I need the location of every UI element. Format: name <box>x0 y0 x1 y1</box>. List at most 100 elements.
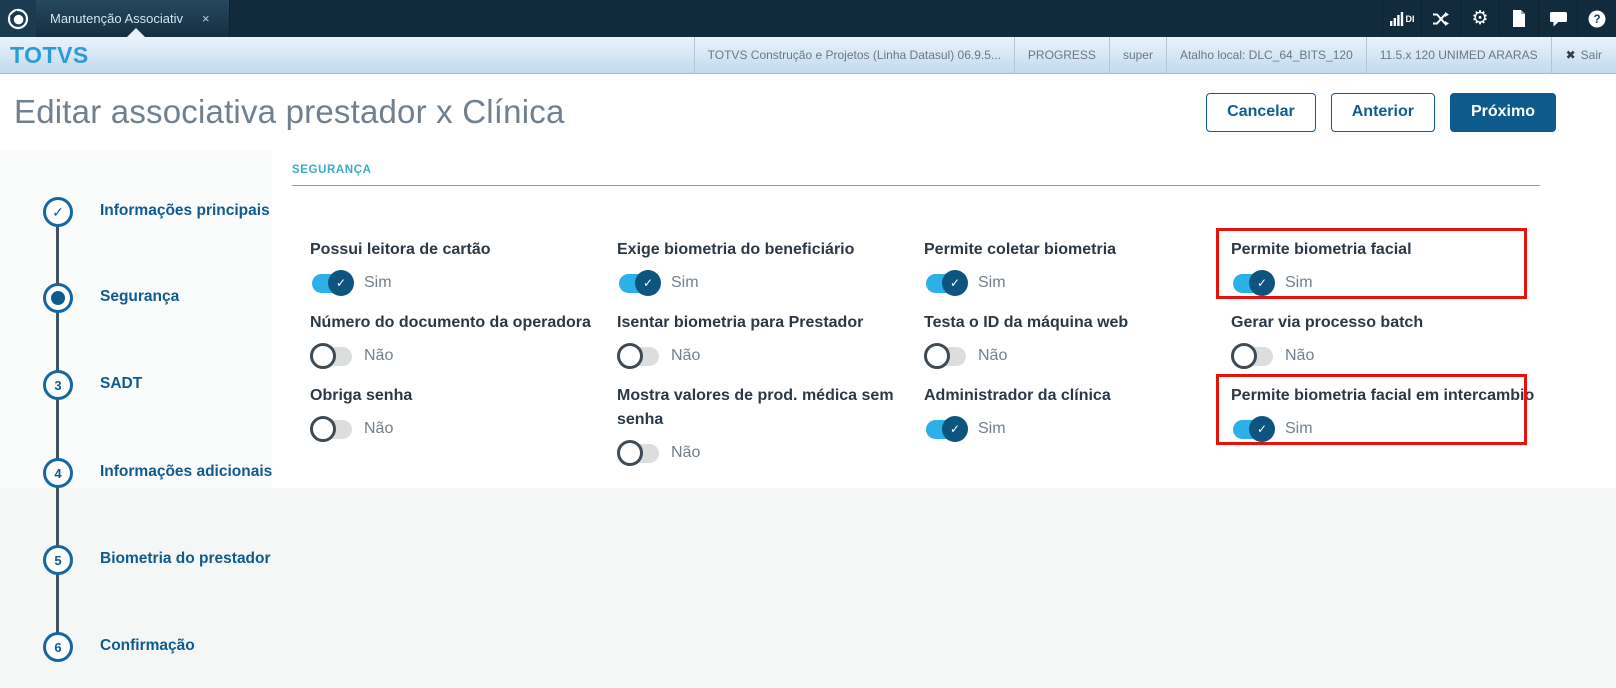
stepper-step-1[interactable]: ✓Informações principais <box>0 197 272 227</box>
toggle-cell: Número do documento da operadora Não <box>310 311 617 384</box>
env-info-item: super <box>1109 37 1166 73</box>
env-info-item: PROGRESS <box>1014 37 1109 73</box>
toggle-switch[interactable]: ✓ <box>617 269 661 297</box>
toggle-state-label: Sim <box>1285 274 1313 292</box>
active-step-dot <box>51 291 65 305</box>
toggle-state-label: Sim <box>1285 420 1313 438</box>
toggle-knob <box>1231 343 1257 369</box>
toggle-state-label: Não <box>978 347 1007 365</box>
toggle-switch[interactable]: ✓ <box>924 269 968 297</box>
stepper-step-2[interactable]: Segurança <box>0 283 272 313</box>
toggle-label: Testa o ID da máquina web <box>924 311 1211 335</box>
toggle-cell: Testa o ID da máquina web Não <box>924 311 1231 384</box>
toggle-label: Permite biometria facial <box>1231 238 1518 262</box>
toggle-label: Gerar via processo batch <box>1231 311 1518 335</box>
step-label[interactable]: Confirmação <box>100 637 195 655</box>
help-icon[interactable]: ? <box>1577 0 1616 37</box>
toggle-switch[interactable] <box>924 342 968 370</box>
toggle-knob: ✓ <box>1249 416 1275 442</box>
app-window: Manutenção Associativ × DI <box>0 0 1616 688</box>
toggle-switch[interactable] <box>1231 342 1275 370</box>
next-button[interactable]: Próximo <box>1450 93 1556 132</box>
section-divider <box>292 185 1540 186</box>
toggle-switch[interactable] <box>617 439 661 467</box>
toggle-state-label: Não <box>364 347 393 365</box>
stepper-connector-line <box>56 212 59 647</box>
toggle-row: Não <box>617 439 904 467</box>
step-label[interactable]: Segurança <box>100 288 179 306</box>
toggle-switch[interactable] <box>310 415 354 443</box>
step-label[interactable]: Informações principais <box>100 202 270 220</box>
toggle-row: ✓ Sim <box>1231 269 1518 297</box>
logout-button[interactable]: ✖Sair <box>1551 37 1616 73</box>
toggle-row: ✓Sim <box>617 269 904 297</box>
page-header: Editar associativa prestador x Clínica C… <box>0 74 1616 150</box>
cancel-button[interactable]: Cancelar <box>1206 93 1316 132</box>
toggle-label: Possui leitora de cartão <box>310 238 597 262</box>
di-label: DI <box>1406 14 1415 24</box>
toggle-state-label: Não <box>364 420 393 438</box>
gear-icon[interactable]: ⚙ <box>1460 0 1499 37</box>
toggle-cell: Permite biometria facial em intercambio ✓… <box>1231 384 1538 481</box>
stepper-step-3[interactable]: 3SADT <box>0 370 272 400</box>
toggle-knob: ✓ <box>635 270 661 296</box>
toggle-state-label: Não <box>671 444 700 462</box>
analytics-di-icon[interactable]: DI <box>1382 0 1421 37</box>
stepper-step-6[interactable]: 6 Confirmação <box>0 632 272 662</box>
toggle-switch[interactable] <box>617 342 661 370</box>
toggle-switch[interactable]: ✓ <box>310 269 354 297</box>
toggle-cell: Mostra valores de prod. médica sem senha… <box>617 384 924 481</box>
top-icon-strip: DI ⚙ <box>1382 0 1616 37</box>
toggle-cell: Isentar biometria para Prestador Não <box>617 311 924 384</box>
main-area: ✓Informações principaisSegurança3SADT4In… <box>0 150 1616 688</box>
toggle-state-label: Não <box>671 347 700 365</box>
toggle-switch[interactable]: ✓ <box>1231 415 1275 443</box>
toggle-label: Exige biometria do beneficiário <box>617 238 904 262</box>
totvs-logo-icon[interactable] <box>0 0 36 37</box>
toggle-cell: Permite biometria facial ✓ Sim <box>1231 238 1538 311</box>
toggle-switch[interactable]: ✓ <box>1231 269 1275 297</box>
step-circle: 4 <box>43 458 73 488</box>
toggle-knob <box>310 343 336 369</box>
tab-manutencao-associativa[interactable]: Manutenção Associativ × <box>36 0 230 37</box>
stepper-step-5[interactable]: 5Biometria do prestador <box>0 545 272 575</box>
toggle-row: Não <box>617 342 904 370</box>
chat-icon[interactable] <box>1538 0 1577 37</box>
env-info-list: TOTVS Construção e Projetos (Linha Datas… <box>694 37 1616 73</box>
toggle-label: Número do documento da operadora <box>310 311 597 335</box>
toggle-row: ✓ Sim <box>924 415 1211 443</box>
security-card: SEGURANÇA Possui leitora de cartão ✓ Sim Ex… <box>272 150 1545 488</box>
step-label[interactable]: Informações adicionais <box>100 463 272 481</box>
toggle-state-label: Sim <box>978 420 1006 438</box>
document-icon[interactable] <box>1499 0 1538 37</box>
tab-close-icon[interactable]: × <box>202 11 210 26</box>
toggle-label: Permite biometria facial em intercambio <box>1231 384 1518 408</box>
toggle-row: ✓ Sim <box>924 269 1211 297</box>
toggle-knob: ✓ <box>328 270 354 296</box>
toggle-row: Não <box>924 342 1211 370</box>
toggle-label: Isentar biometria para Prestador <box>617 311 904 335</box>
step-label[interactable]: SADT <box>100 375 142 393</box>
shuffle-icon[interactable] <box>1421 0 1460 37</box>
toggle-switch[interactable] <box>310 342 354 370</box>
step-label[interactable]: Biometria do prestador <box>100 550 271 568</box>
toggle-row: ✓ Sim <box>1231 415 1518 443</box>
toggle-switch[interactable]: ✓ <box>924 415 968 443</box>
toggle-cell: Gerar via processo batch Não <box>1231 311 1538 384</box>
toggle-knob <box>924 343 950 369</box>
toggle-state-label: Sim <box>978 274 1006 292</box>
close-x-icon: ✖ <box>1566 48 1576 62</box>
step-circle: 6 <box>43 632 73 662</box>
toggle-row: Não <box>1231 342 1518 370</box>
toggle-knob <box>617 440 643 466</box>
totvs-brand: TOTVS <box>10 42 89 69</box>
env-info-item: Atalho local: DLC_64_BITS_120 <box>1166 37 1366 73</box>
previous-button[interactable]: Anterior <box>1331 93 1435 132</box>
section-title: SEGURANÇA <box>292 164 372 176</box>
env-info-item: TOTVS Construção e Projetos (Linha Datas… <box>694 37 1014 73</box>
action-buttons: Cancelar Anterior Próximo <box>1206 74 1556 150</box>
toggle-row: ✓Sim <box>310 269 597 297</box>
toggle-cell: Administrador da clínica ✓ Sim <box>924 384 1231 481</box>
stepper-step-4[interactable]: 4 Informações adicionais <box>0 458 272 488</box>
toggle-label: Administrador da clínica <box>924 384 1211 408</box>
